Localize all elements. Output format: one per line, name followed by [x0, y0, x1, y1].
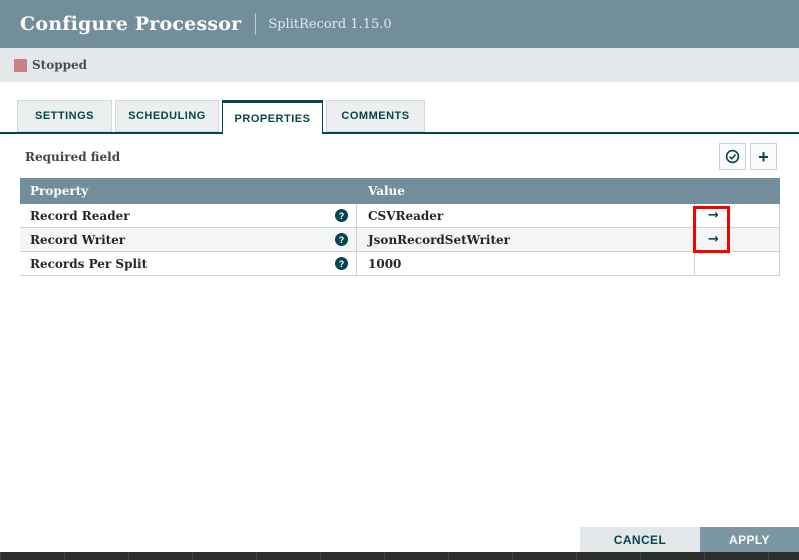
- plus-icon: +: [758, 148, 769, 166]
- title-divider: [255, 13, 256, 35]
- column-header-property: Property: [20, 184, 357, 198]
- properties-table: Property Value Record Reader ? CSVReader…: [20, 178, 780, 276]
- property-value[interactable]: 1000: [357, 252, 695, 275]
- question-circle-icon[interactable]: ?: [335, 209, 348, 222]
- column-header-value: Value: [357, 184, 695, 198]
- go-to-service-arrow-icon[interactable]: →: [708, 232, 719, 247]
- configure-processor-dialog: Configure Processor SplitRecord 1.15.0 S…: [0, 0, 799, 560]
- stopped-state-icon: [14, 59, 27, 72]
- verify-properties-button[interactable]: [719, 143, 746, 170]
- tab-scheduling[interactable]: SCHEDULING: [115, 100, 219, 132]
- property-value[interactable]: JsonRecordSetWriter: [357, 228, 695, 251]
- property-name: Record Writer: [30, 233, 125, 247]
- go-to-service-arrow-icon[interactable]: →: [708, 208, 719, 223]
- check-circle-icon: [725, 149, 740, 164]
- status-label: Stopped: [32, 58, 87, 72]
- table-row: Records Per Split ? 1000: [20, 252, 780, 276]
- tab-properties[interactable]: PROPERTIES: [222, 100, 323, 134]
- question-circle-icon[interactable]: ?: [335, 257, 348, 270]
- tab-settings[interactable]: SETTINGS: [17, 100, 112, 132]
- property-value[interactable]: CSVReader: [357, 204, 695, 227]
- status-bar: Stopped: [0, 48, 799, 82]
- dialog-title: Configure Processor: [20, 13, 241, 35]
- processor-name-version: SplitRecord 1.15.0: [268, 17, 391, 32]
- dialog-header: Configure Processor SplitRecord 1.15.0: [0, 0, 799, 48]
- canvas-background-strip: [0, 552, 799, 560]
- required-field-label: Required field: [25, 150, 120, 164]
- table-row: Record Writer ? JsonRecordSetWriter →: [20, 228, 780, 252]
- cancel-button[interactable]: CANCEL: [580, 527, 700, 552]
- property-name: Records Per Split: [30, 257, 147, 271]
- apply-button[interactable]: APPLY: [700, 527, 799, 552]
- tab-bar: SETTINGS SCHEDULING PROPERTIES COMMENTS: [17, 100, 428, 136]
- table-header-row: Property Value: [20, 178, 780, 204]
- question-circle-icon[interactable]: ?: [335, 233, 348, 246]
- add-property-button[interactable]: +: [750, 143, 777, 170]
- property-name: Record Reader: [30, 209, 130, 223]
- table-row: Record Reader ? CSVReader →: [20, 204, 780, 228]
- tab-comments[interactable]: COMMENTS: [326, 100, 425, 132]
